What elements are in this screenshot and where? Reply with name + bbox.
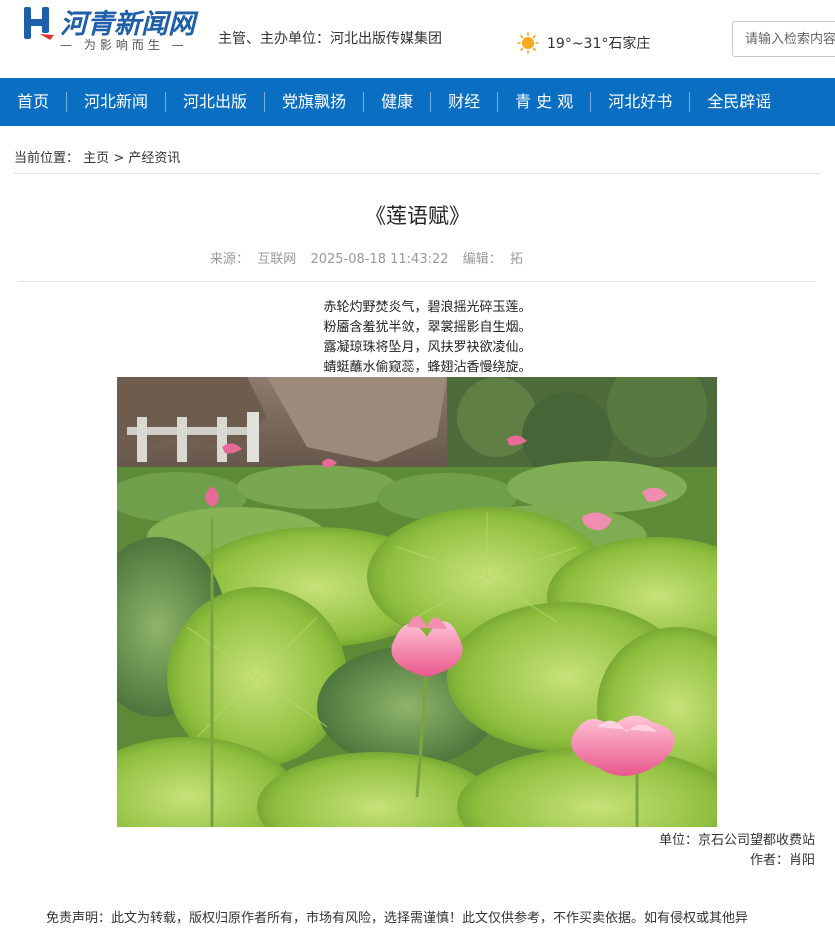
weather-text: 19°~31°石家庄 (547, 36, 651, 52)
poem-line: 赤轮灼野焚炎气，碧浪摇光碎玉莲。 (323, 300, 532, 315)
lotus-pond-photo (117, 377, 717, 827)
nav-item-hebei-publishing[interactable]: 河北出版 (166, 78, 264, 126)
site-header: 河青新闻网 — 为影响而生 — 主管、主办单位：河北出版传媒集团 19°~31°… (0, 0, 835, 78)
organizer-text: 主管、主办单位：河北出版传媒集团 (218, 31, 442, 47)
nav-item-good-books[interactable]: 河北好书 (591, 78, 689, 126)
nav-item-home[interactable]: 首页 (0, 78, 66, 126)
article-meta: 来源： 互联网 2025-08-18 11:43:22 编辑： 拓 (0, 248, 733, 267)
nav-item-rumor-debunk[interactable]: 全民辟谣 (690, 78, 788, 126)
disclaimer-text: 免责声明：此文为转载，版权归原作者所有，市场有风险，选择需谨慎！此文仅供参考，不… (46, 911, 749, 926)
breadcrumb-home-link[interactable]: 主页 (83, 151, 109, 166)
source-value: 互联网 (257, 252, 297, 267)
breadcrumb-prefix: 当前位置： (14, 151, 80, 166)
editor-label-text: 编辑： (462, 252, 502, 267)
editor-label: 编辑： 拓 (463, 252, 523, 267)
nav-item-party-flag[interactable]: 党旗飘扬 (265, 78, 363, 126)
site-logo[interactable]: 河青新闻网 — 为影响而生 — (20, 4, 210, 54)
source-label-text: 来源： (210, 252, 250, 267)
divider (18, 281, 816, 282)
unit-line: 单位：京石公司望都收费站 (658, 833, 815, 848)
nav-item-hebei-news[interactable]: 河北新闻 (67, 78, 165, 126)
poem-line: 蜻蜓蘸水偷窥蕊，蜂翅沾香慢绕旋。 (323, 360, 532, 375)
sun-icon (517, 32, 539, 54)
poem-line: 露凝琼珠将坠月，风扶罗袂欲凌仙。 (323, 340, 532, 355)
breadcrumb-section-link[interactable]: 产经资讯 (128, 151, 180, 166)
publish-datetime: 2025-08-18 11:43:22 (310, 252, 449, 267)
nav-item-health[interactable]: 健康 (364, 78, 430, 126)
source-label: 来源： 互联网 (210, 252, 296, 267)
poem-text: 赤轮灼野焚炎气，碧浪摇光碎玉莲。 粉靥含羞犹半敛，翠裳摇影自生烟。 露凝琼珠将坠… (0, 298, 835, 378)
breadcrumb-separator: > (113, 151, 125, 166)
article-title: 《莲语赋》 (365, 204, 470, 228)
logo-slogan-text: 为影响而生 (83, 38, 164, 52)
divider (14, 173, 820, 174)
lotus-pond-image (117, 377, 717, 827)
editor-value: 拓 (509, 252, 523, 267)
nav-item-history[interactable]: 青 史 观 (498, 78, 590, 126)
poem-line: 粉靥含羞犹半敛，翠裳摇影自生烟。 (323, 320, 532, 335)
nav-item-finance[interactable]: 财经 (431, 78, 497, 126)
logo-slogan: — 为影响而生 — (60, 38, 188, 52)
search-input[interactable] (732, 21, 835, 57)
weather-widget: 19°~31°石家庄 (517, 32, 650, 54)
main-nav: 首页 河北新闻 河北出版 党旗飘扬 健康 财经 青 史 观 河北好书 全民辟谣 (0, 78, 835, 126)
breadcrumb: 当前位置： 主页 > 产经资讯 (14, 147, 180, 166)
logo-mark-icon (24, 7, 54, 40)
author-line: 作者：肖阳 (749, 853, 815, 868)
